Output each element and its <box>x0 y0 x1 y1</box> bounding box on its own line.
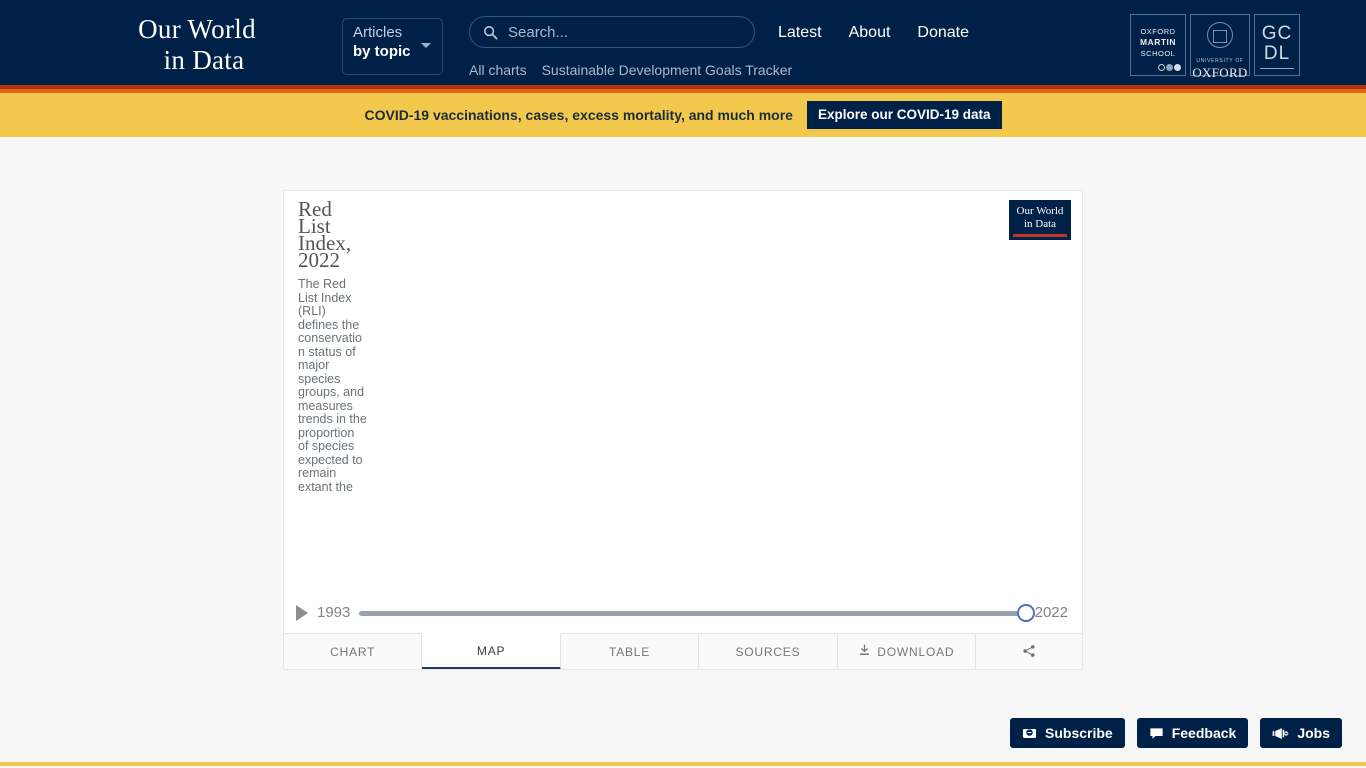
jobs-button-label: Jobs <box>1297 725 1330 741</box>
tab-chart-label: CHART <box>330 645 376 659</box>
floating-action-buttons: Subscribe Feedback Jobs <box>1010 718 1342 748</box>
chart-subtitle: The Red List Index (RLI) defines the con… <box>298 277 367 494</box>
tab-download-label: DOWNLOAD <box>877 645 955 659</box>
site-logo[interactable]: Our World in Data <box>72 14 322 76</box>
owid-badge-line-2: in Data <box>1023 218 1057 230</box>
chart-body: Red List Index, 2022 The Red List Index … <box>284 191 1082 634</box>
oms-line-1: OXFORD <box>1140 27 1176 36</box>
tab-chart[interactable]: CHART <box>284 634 423 669</box>
covid-banner-text: COVID-19 vaccinations, cases, excess mor… <box>364 107 793 123</box>
timeline-slider-handle[interactable] <box>1016 603 1035 622</box>
university-of-oxford-logo[interactable]: UNIVERSITY OF OXFORD <box>1190 14 1250 80</box>
chevron-down-icon <box>421 43 431 48</box>
articles-button-label-top: Articles <box>353 24 403 41</box>
share-icon <box>1022 644 1036 661</box>
uox-sub: UNIVERSITY OF <box>1196 58 1244 64</box>
articles-by-topic-button[interactable]: Articles by topic <box>342 18 443 75</box>
main-content: Red List Index, 2022 The Red List Index … <box>0 137 1366 762</box>
megaphone-icon <box>1272 726 1289 741</box>
timeline-control: 1993 2022 <box>296 600 1068 626</box>
subscribe-button-label: Subscribe <box>1045 725 1113 741</box>
covid-banner: COVID-19 vaccinations, cases, excess mor… <box>0 93 1366 137</box>
tab-sources-label: SOURCES <box>735 645 801 659</box>
nav-link-latest[interactable]: Latest <box>778 23 822 43</box>
chart-card: Red List Index, 2022 The Red List Index … <box>283 190 1083 670</box>
download-icon <box>858 644 871 660</box>
chart-title: Red List Index, 2022 <box>298 197 352 272</box>
tab-download[interactable]: DOWNLOAD <box>837 634 977 669</box>
subscribe-button[interactable]: Subscribe <box>1010 718 1125 748</box>
oxford-crest-icon <box>1207 22 1233 48</box>
feedback-button[interactable]: Feedback <box>1136 718 1249 748</box>
tab-sources[interactable]: SOURCES <box>699 634 838 669</box>
footer-accent-bar <box>0 762 1366 766</box>
play-icon[interactable] <box>296 605 308 621</box>
speech-bubble-icon <box>1149 726 1164 741</box>
site-logo-line-1: Our World <box>138 14 256 44</box>
tab-share[interactable] <box>976 634 1082 669</box>
tab-table[interactable]: TABLE <box>560 634 700 669</box>
nav-link-donate[interactable]: Donate <box>917 23 969 43</box>
envelope-icon <box>1022 726 1037 741</box>
timeline-slider-track[interactable] <box>359 603 1035 622</box>
search-icon <box>483 25 498 40</box>
oms-line-2: MARTIN <box>1139 37 1177 47</box>
oxford-martin-school-logo[interactable]: OXFORD MARTIN SCHOOL <box>1130 14 1186 76</box>
owid-watermark-badge[interactable]: Our World in Data <box>1009 200 1071 240</box>
search-input[interactable]: Search... <box>469 16 755 48</box>
gcdl-underline <box>1260 68 1294 69</box>
search-placeholder-text: Search... <box>508 24 569 41</box>
chart-header-text: Red List Index, 2022 The Red List Index … <box>298 197 368 494</box>
owid-badge-line-1: Our World <box>1016 205 1064 217</box>
nav-link-all-charts[interactable]: All charts <box>469 61 527 79</box>
tab-table-label: TABLE <box>608 645 651 659</box>
feedback-button-label: Feedback <box>1171 725 1237 741</box>
secondary-nav: All charts Sustainable Development Goals… <box>469 61 792 79</box>
site-logo-line-2: in Data <box>163 45 245 75</box>
oms-dots-icon <box>1158 64 1181 71</box>
gcdl-line-1: GC <box>1261 23 1293 44</box>
jobs-button[interactable]: Jobs <box>1260 718 1342 748</box>
timeline-start-year: 1993 <box>317 604 351 621</box>
tab-map[interactable]: MAP <box>422 633 561 669</box>
site-header: Our World in Data Articles by topic Sear… <box>0 0 1366 85</box>
uox-name: OXFORD <box>1192 65 1248 80</box>
timeline-end-year: 2022 <box>1034 604 1068 621</box>
gcdl-line-2: DL <box>1263 43 1291 64</box>
tab-map-label: MAP <box>476 643 506 658</box>
nav-link-about[interactable]: About <box>849 23 891 43</box>
oms-line-3: SCHOOL <box>1140 49 1176 58</box>
chart-tab-bar: CHART MAP TABLE SOURCES DOWNLOAD <box>284 633 1082 669</box>
gcdl-logo[interactable]: GC DL <box>1254 14 1300 76</box>
nav-link-sdg-tracker[interactable]: Sustainable Development Goals Tracker <box>542 61 793 79</box>
explore-covid-data-button[interactable]: Explore our COVID-19 data <box>806 101 1002 129</box>
owid-badge-underline <box>1013 234 1067 237</box>
partner-logos: OXFORD MARTIN SCHOOL UNIVERSITY OF OXFOR… <box>1130 14 1300 80</box>
primary-nav: Latest About Donate <box>778 23 969 43</box>
